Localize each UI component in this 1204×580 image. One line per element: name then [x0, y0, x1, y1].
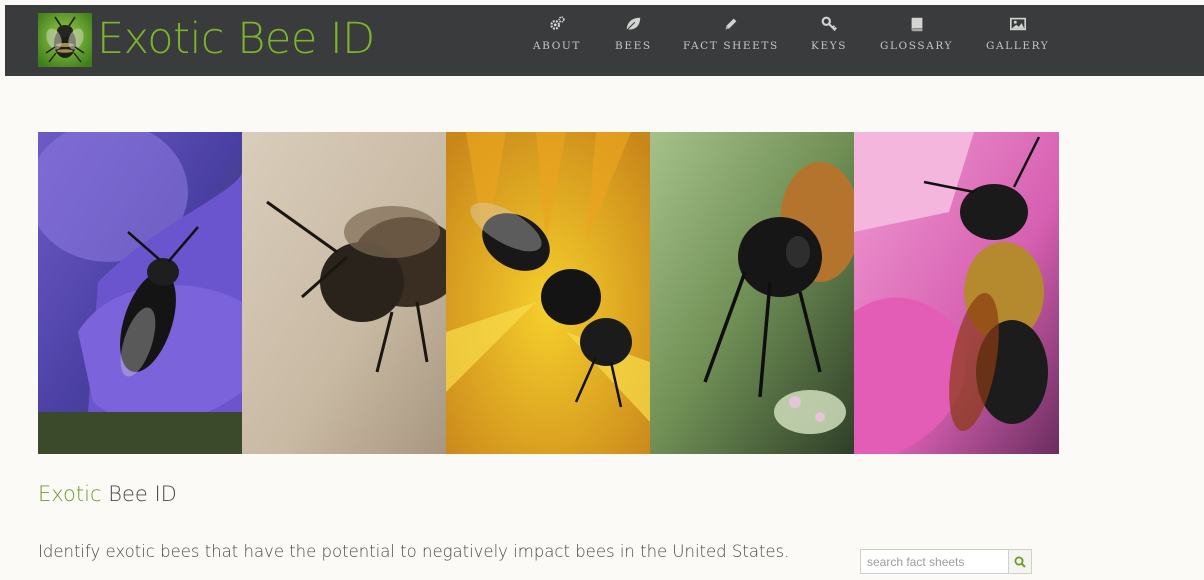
hero-banner: [38, 132, 1059, 454]
nav-label-fact-sheets: FACT SHEETS: [683, 40, 779, 52]
search-button[interactable]: [1008, 549, 1032, 574]
image-icon: [1009, 17, 1026, 31]
nav-item-fact-sheets[interactable]: FACT SHEETS: [683, 15, 779, 52]
leaf-icon: [626, 17, 641, 31]
nav-label-about: ABOUT: [533, 40, 581, 52]
fact-sheet-search: [860, 549, 1032, 574]
bee-on-pink-flower-photo: [854, 132, 1059, 454]
nav-item-glossary[interactable]: GLOSSARY: [880, 15, 953, 52]
nav-label-bees: BEES: [615, 40, 652, 52]
bee-logo-icon[interactable]: [38, 13, 92, 67]
key-icon: [821, 16, 837, 32]
page-title-rest: Bee ID: [101, 482, 177, 506]
nav-label-glossary: GLOSSARY: [880, 40, 954, 52]
page-title-accent: Exotic: [38, 482, 102, 506]
book-icon: [911, 17, 922, 32]
search-input[interactable]: [860, 549, 1008, 574]
nav-item-about[interactable]: ABOUT: [533, 15, 581, 52]
nav-label-keys: KEYS: [811, 40, 848, 52]
bee-on-stone-photo: [242, 132, 446, 454]
pencil-icon: [725, 18, 737, 30]
nav-item-gallery[interactable]: GALLERY: [986, 15, 1049, 52]
nav-item-keys[interactable]: KEYS: [811, 15, 847, 52]
bee-on-yellow-flower-photo: [446, 132, 650, 454]
cogs-icon: [550, 16, 565, 30]
bee-on-green-leaf-photo: [650, 132, 854, 454]
site-header: Exotic Bee ID ABOUT BEES FACT SHEETS KEY…: [5, 5, 1204, 76]
intro-text: Identify exotic bees that have the poten…: [38, 542, 790, 561]
search-icon: [1014, 556, 1026, 568]
bee-on-purple-flower-photo: [38, 132, 242, 454]
page-title: Exotic Bee ID: [38, 478, 177, 510]
site-title[interactable]: Exotic Bee ID: [97, 11, 375, 67]
nav-label-gallery: GALLERY: [986, 40, 1050, 52]
nav-item-bees[interactable]: BEES: [615, 15, 652, 52]
